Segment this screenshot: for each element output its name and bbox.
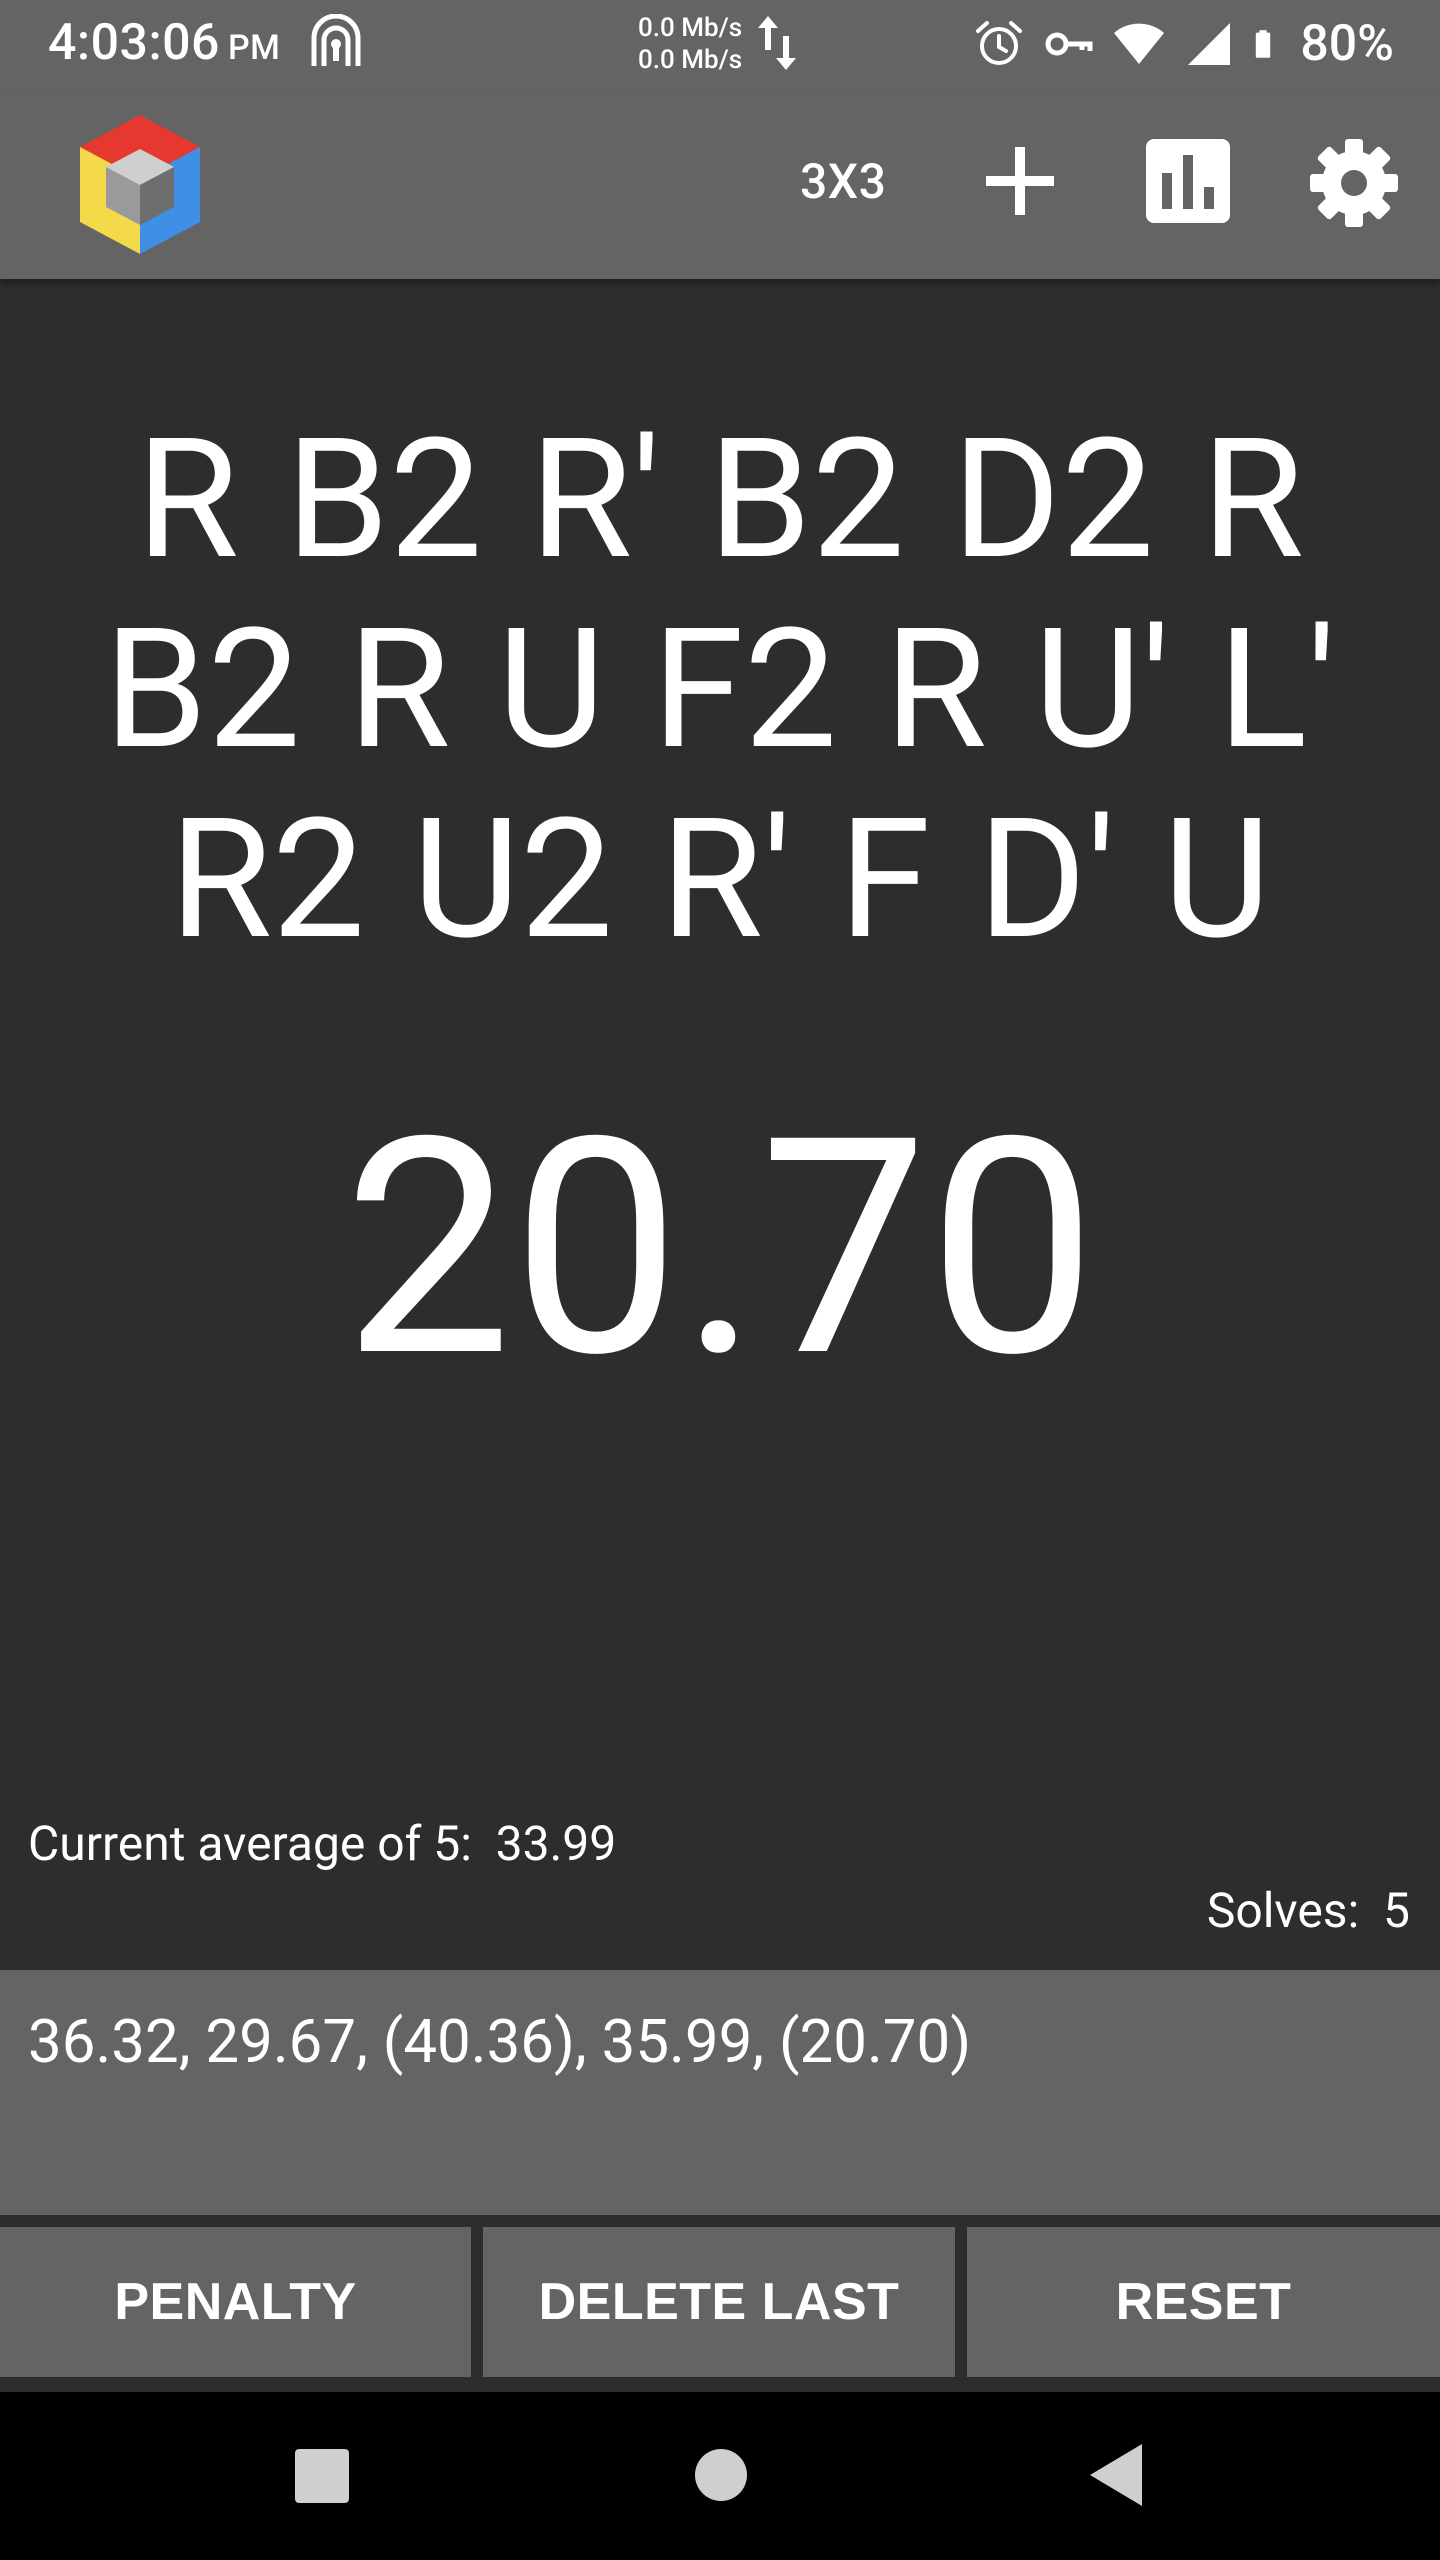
status-time: 4:03:06 PM bbox=[48, 14, 280, 72]
solves-label: Solves: bbox=[1206, 1882, 1360, 1939]
net-up-speed: 0.0 Mb/s bbox=[638, 13, 743, 43]
back-icon[interactable] bbox=[1088, 2442, 1144, 2508]
reset-button[interactable]: RESET bbox=[967, 2227, 1440, 2377]
app-bar: 3X3 bbox=[0, 93, 1440, 279]
settings-gear-icon[interactable] bbox=[1306, 135, 1402, 231]
times-list: 36.32, 29.67, (40.36), 35.99, (20.70) bbox=[28, 2006, 972, 2077]
battery-icon bbox=[1256, 30, 1271, 58]
data-transfer-icon bbox=[758, 16, 796, 70]
alarm-icon bbox=[976, 21, 1023, 65]
system-nav-bar bbox=[0, 2392, 1440, 2560]
bar-chart-icon[interactable] bbox=[1142, 135, 1234, 227]
vpn-key-icon bbox=[1045, 32, 1093, 56]
average-label: Current average of 5: bbox=[28, 1815, 472, 1872]
app-logo-cube bbox=[80, 115, 200, 254]
delete-last-button[interactable]: DELETE LAST bbox=[483, 2227, 955, 2377]
add-icon[interactable] bbox=[980, 141, 1060, 221]
tor-icon bbox=[311, 14, 361, 66]
recent-apps-icon[interactable] bbox=[294, 2448, 350, 2504]
times-list-panel: 36.32, 29.67, (40.36), 35.99, (20.70) bbox=[0, 1970, 1440, 2215]
scramble-text: R B2 R' B2 D2 R B2 R U F2 R U' L' R2 U2 … bbox=[103, 402, 1337, 977]
battery-percent: 80% bbox=[1300, 15, 1394, 73]
solves-value: 5 bbox=[1383, 1882, 1410, 1939]
current-average: Current average of 5: 33.99 bbox=[28, 1815, 616, 1872]
solves-count: Solves: 5 bbox=[1207, 1882, 1410, 1939]
net-down-speed: 0.0 Mb/s bbox=[638, 45, 743, 75]
puzzle-type-selector[interactable]: 3X3 bbox=[800, 153, 886, 210]
status-time-value: 4:03:06 bbox=[48, 14, 220, 72]
status-bar: 4:03:06 PM 0.0 Mb/s 0.0 Mb/s 80% bbox=[0, 0, 1440, 93]
wifi-icon bbox=[1114, 23, 1165, 64]
timer-display[interactable]: 20.70 bbox=[0, 1100, 1440, 1400]
status-time-ampm: PM bbox=[227, 28, 281, 68]
cell-signal-icon bbox=[1188, 23, 1231, 65]
network-speed: 0.0 Mb/s 0.0 Mb/s bbox=[638, 12, 742, 76]
status-right-cluster: 80% bbox=[974, 14, 1394, 74]
average-value: 33.99 bbox=[495, 1815, 617, 1872]
action-buttons: PENALTY DELETE LAST RESET bbox=[0, 2215, 1440, 2387]
penalty-button[interactable]: PENALTY bbox=[0, 2227, 471, 2377]
home-icon[interactable] bbox=[694, 2448, 748, 2502]
